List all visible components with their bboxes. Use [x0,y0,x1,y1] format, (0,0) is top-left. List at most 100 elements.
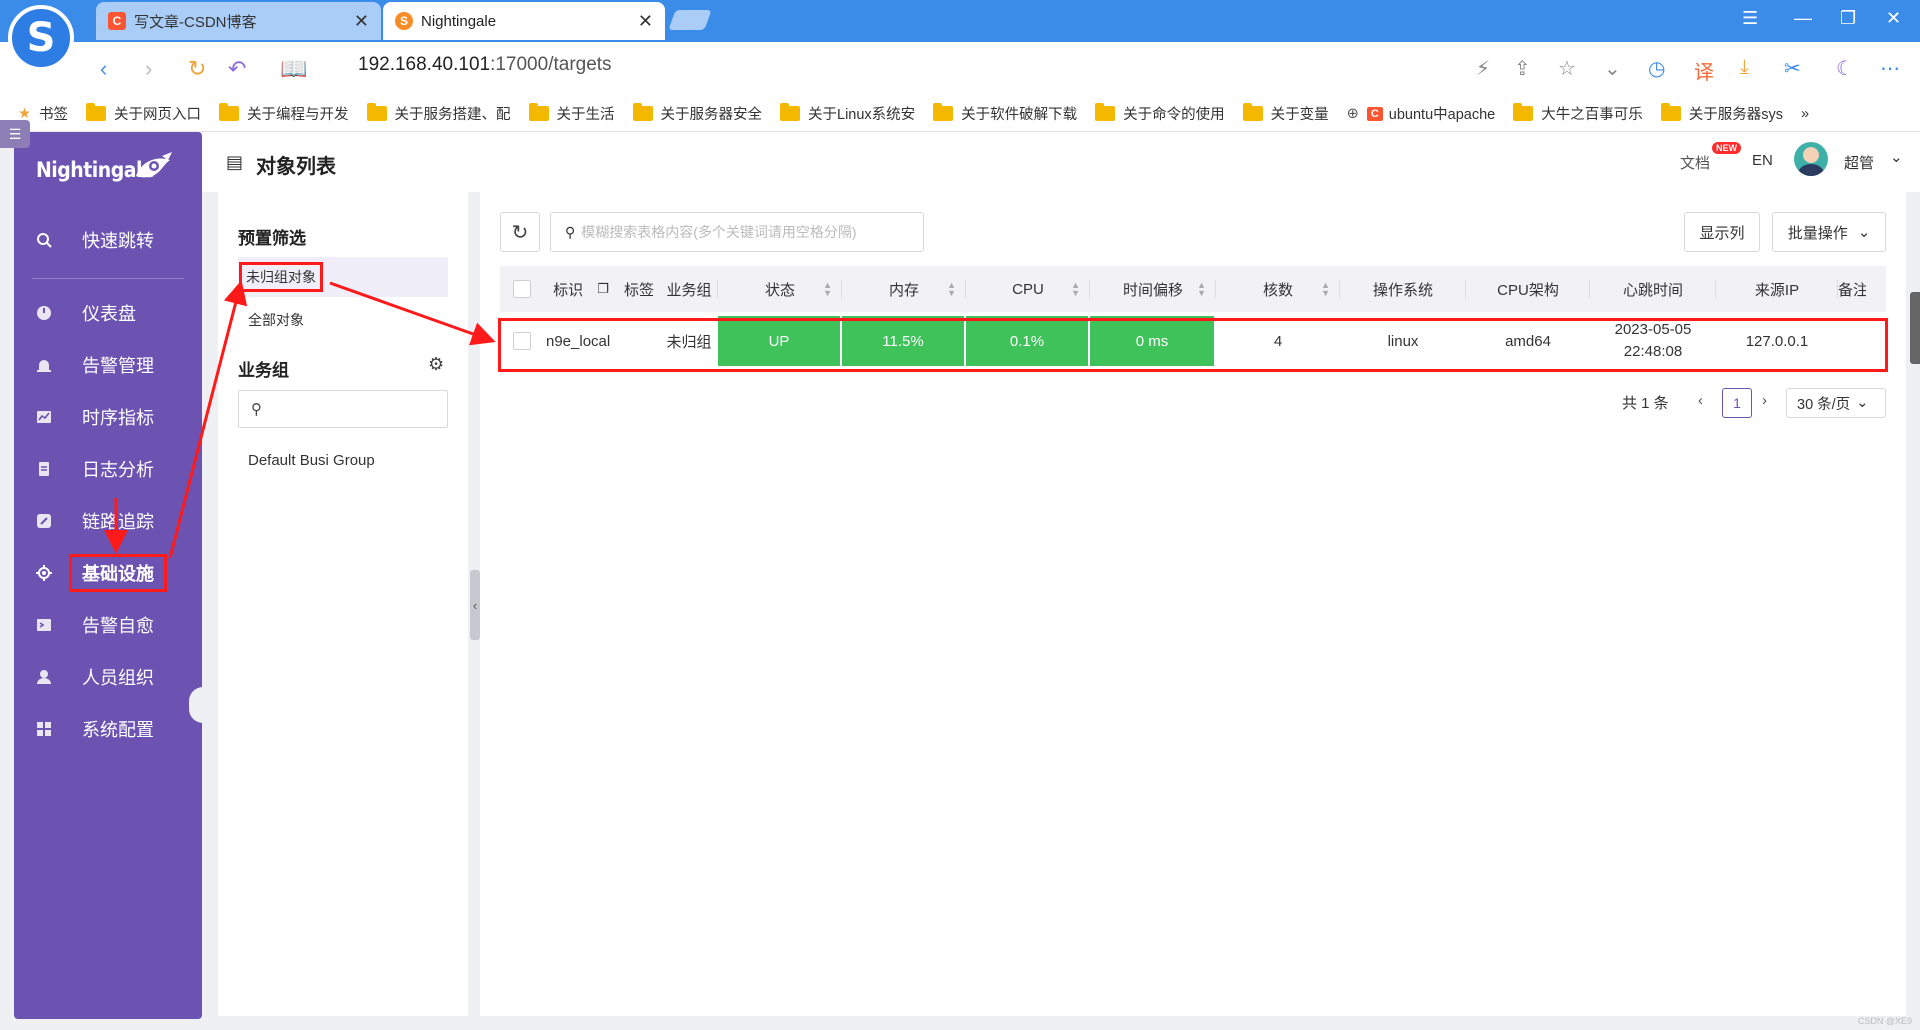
batch-ops-label: 批量操作 [1787,224,1848,242]
close-window-icon[interactable]: ✕ [1886,8,1901,29]
sidebar-toggle-icon[interactable]: ☰ [0,120,30,148]
more-icon[interactable]: ⋯ [1880,56,1900,81]
bookmark-folder[interactable]: 关于变量 [1242,103,1329,124]
scrollbar[interactable] [1910,292,1920,364]
menu-label: 快速跳转 [82,231,154,251]
bookmark-folder[interactable]: 关于服务器安全 [632,103,762,124]
col-cpu[interactable]: CPU ▲ ▼ [966,266,1090,312]
new-tab-button[interactable] [668,10,712,30]
menu-item-metrics[interactable]: 时序指标 [14,393,202,441]
undo-icon[interactable]: ↶ [228,56,246,82]
copy-icon[interactable]: ❐ [597,281,609,297]
heartbeat-date: 2023-05-05 [1614,321,1692,338]
address-bar[interactable]: 192.168.40.101:17000/targets [358,54,612,76]
busi-group-item[interactable]: Default Busi Group [248,452,375,469]
menu-item-logs[interactable]: 日志分析 [14,445,202,493]
back-icon[interactable]: ‹ [100,56,107,82]
moon-icon[interactable]: ☾ [1836,56,1854,81]
reload-icon[interactable]: ↻ [188,56,206,82]
bookmark-folder[interactable]: 关于软件破解下载 [933,103,1077,124]
star-icon[interactable]: ☆ [1558,56,1576,81]
header-checkbox[interactable] [500,266,544,312]
share-icon[interactable]: ⇪ [1514,56,1531,81]
nightingale-bird-icon [136,152,172,178]
refresh-button[interactable]: ↻ [500,212,540,252]
browser-logo-icon[interactable]: S [8,5,74,71]
col-ident[interactable]: 标识 ❐ [544,266,618,312]
show-columns-button[interactable]: 显示列 [1684,212,1760,252]
sort-icon[interactable]: ▲ ▼ [1197,281,1206,298]
table-row[interactable]: n9e_local 未归组 UP 11.5% 0.1% 0 ms 4 linux… [500,316,1886,366]
cell-os: linux [1387,332,1419,350]
table-search[interactable]: ⚲ [550,212,924,252]
pagination-prev-icon[interactable]: ‹ [1698,392,1703,409]
menu-item-self-healing[interactable]: 告警自愈 [14,601,202,649]
col-offset[interactable]: 时间偏移 ▲ ▼ [1090,266,1216,312]
bookmark-folder[interactable]: 大牛之百事可乐 [1513,103,1643,124]
address-path: :17000/targets [490,54,612,75]
sort-icon[interactable]: ▲ ▼ [823,281,832,298]
busi-group-search[interactable]: ⚲ [238,390,448,428]
minimize-icon[interactable]: — [1794,8,1812,29]
pagination-next-icon[interactable]: › [1762,392,1767,409]
col-os: 操作系统 [1340,266,1466,312]
restore-icon[interactable]: ❐ [1840,8,1856,29]
sort-icon[interactable]: ▲ ▼ [1321,281,1330,298]
reader-icon[interactable]: 📖 [280,56,307,82]
menu-item-settings[interactable]: 系统配置 [14,705,202,753]
bookmark-folder[interactable]: 关于生活 [528,103,615,124]
menu-item-dashboard[interactable]: 仪表盘 [14,289,202,337]
checkbox[interactable] [513,332,531,350]
menu-item-infrastructure[interactable]: 基础设施 [14,549,202,597]
clock-icon[interactable]: ◷ [1648,56,1665,81]
menu-item-quick-jump[interactable]: 快速跳转 [14,216,202,264]
translate-icon[interactable]: 译 [1694,56,1714,85]
tab-nightingale[interactable]: S Nightingale ✕ [383,2,665,40]
preset-ungrouped[interactable]: 未归组对象 [238,257,448,297]
page-header: ▤ 对象列表 文档 NEW EN 超管 ⌄ [202,132,1920,192]
chart-icon [37,411,51,423]
bookmark-link[interactable]: ⊕ Cubuntu中apache [1347,103,1496,124]
menu-icon[interactable]: ☰ [1742,8,1758,29]
close-icon[interactable]: ✕ [354,11,369,32]
tab-csdn[interactable]: C 写文章-CSDN博客 ✕ [96,2,381,40]
menu-item-users[interactable]: 人员组织 [14,653,202,701]
col-mem[interactable]: 内存 ▲ ▼ [842,266,966,312]
bookmark-folder[interactable]: 关于命令的使用 [1095,103,1225,124]
pagination-current-page[interactable]: 1 [1722,388,1752,418]
bookmark-folder[interactable]: 关于网页入口 [86,103,201,124]
user-name[interactable]: 超管 [1844,152,1874,173]
sort-icon[interactable]: ▲ ▼ [1071,281,1080,298]
panel-splitter[interactable]: ‹ [470,570,480,640]
bookmark-folder[interactable]: 关于服务搭建、配 [366,103,511,124]
menu-item-alarm[interactable]: 告警管理 [14,341,202,389]
bookmark-folder[interactable]: 关于服务器sys [1660,103,1783,124]
folder-icon [366,103,387,121]
forward-icon[interactable]: › [145,56,152,82]
cell-ident[interactable]: n9e_local [544,316,660,366]
avatar[interactable] [1794,142,1828,176]
docs-link[interactable]: 文档 [1680,152,1710,173]
sort-icon[interactable]: ▲ ▼ [947,281,956,298]
row-checkbox[interactable] [500,316,544,366]
lightning-icon[interactable]: ⚡ [1476,56,1490,81]
checkbox[interactable] [513,280,531,298]
preset-all[interactable]: 全部对象 [238,300,448,340]
bookmark-folder[interactable]: 关于Linux系统安 [780,103,915,124]
language-switch[interactable]: EN [1752,152,1773,169]
download-icon[interactable]: ⤓ [1740,56,1749,79]
chevron-down-icon[interactable]: ⌄ [1604,56,1621,81]
scissors-icon[interactable]: ✂ [1784,56,1801,81]
col-cores[interactable]: 核数 ▲ ▼ [1216,266,1340,312]
chevron-down-icon[interactable]: ⌄ [1890,148,1903,166]
table-search-input[interactable] [581,224,902,240]
pagination-size-select[interactable]: 30 条/页 ⌄ [1786,388,1886,418]
chevron-down-icon: ⌄ [1857,224,1871,241]
gear-icon[interactable]: ⚙ [428,354,444,375]
close-icon[interactable]: ✕ [638,11,653,32]
menu-item-tracing[interactable]: 链路追踪 [14,497,202,545]
bookmark-folder[interactable]: 关于编程与开发 [219,103,349,124]
batch-ops-button[interactable]: 批量操作 ⌄ [1772,212,1886,252]
col-status[interactable]: 状态 ▲ ▼ [718,266,842,312]
bookmarks-more-icon[interactable]: » [1801,106,1809,122]
